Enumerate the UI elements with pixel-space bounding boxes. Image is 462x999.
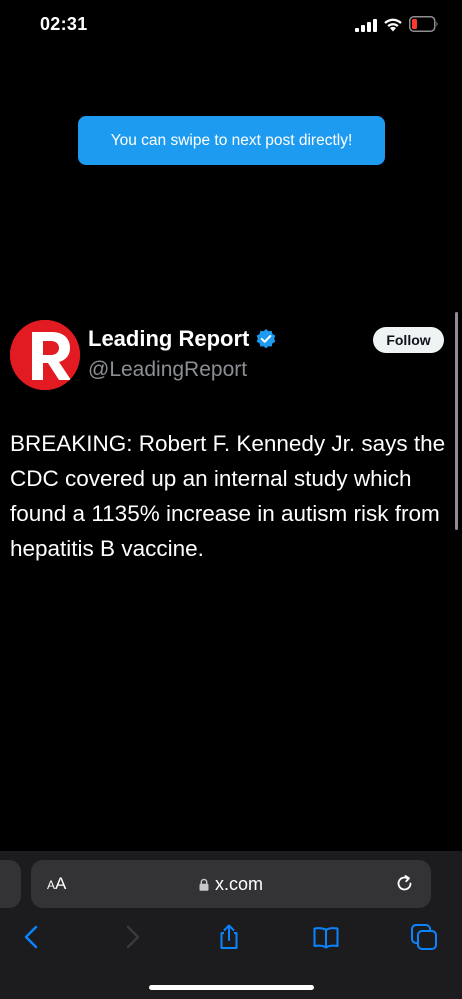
tabs-icon[interactable] — [410, 923, 438, 951]
status-time: 02:31 — [40, 14, 88, 34]
avatar[interactable]: LEADING — [10, 320, 80, 390]
leading-report-logo-icon: LEADING — [10, 320, 80, 390]
toast-text: You can swipe to next post directly! — [110, 131, 353, 149]
author-name[interactable]: Leading Report — [88, 326, 277, 352]
browser-toolbar: AA x.com — [0, 851, 462, 999]
lock-icon — [199, 878, 209, 891]
scroll-indicator[interactable] — [455, 312, 458, 530]
wifi-icon — [384, 18, 402, 32]
swipe-hint-toast[interactable]: You can swipe to next post directly! — [78, 116, 385, 165]
bookmarks-icon[interactable] — [312, 923, 340, 951]
author-name-text: Leading Report — [88, 326, 250, 351]
author-handle[interactable]: @LeadingReport — [88, 358, 247, 382]
post-text: BREAKING: Robert F. Kennedy Jr. says the… — [10, 431, 446, 561]
status-bar: 02:31 — [0, 0, 462, 50]
follow-button[interactable]: Follow — [373, 327, 444, 353]
battery-low-icon — [409, 16, 438, 32]
back-icon[interactable] — [18, 923, 46, 951]
cellular-signal-icon — [355, 19, 377, 32]
address-bar[interactable]: AA x.com — [31, 860, 431, 908]
verified-badge-icon — [257, 329, 276, 349]
url-text: x.com — [214, 874, 263, 894]
share-icon[interactable] — [215, 923, 243, 951]
previous-tab-preview[interactable] — [0, 860, 21, 908]
reload-icon[interactable] — [395, 874, 415, 894]
home-indicator[interactable] — [149, 985, 314, 990]
svg-text:LEADING: LEADING — [22, 335, 32, 375]
url-display[interactable]: x.com — [31, 874, 431, 895]
forward-icon[interactable] — [118, 923, 146, 951]
